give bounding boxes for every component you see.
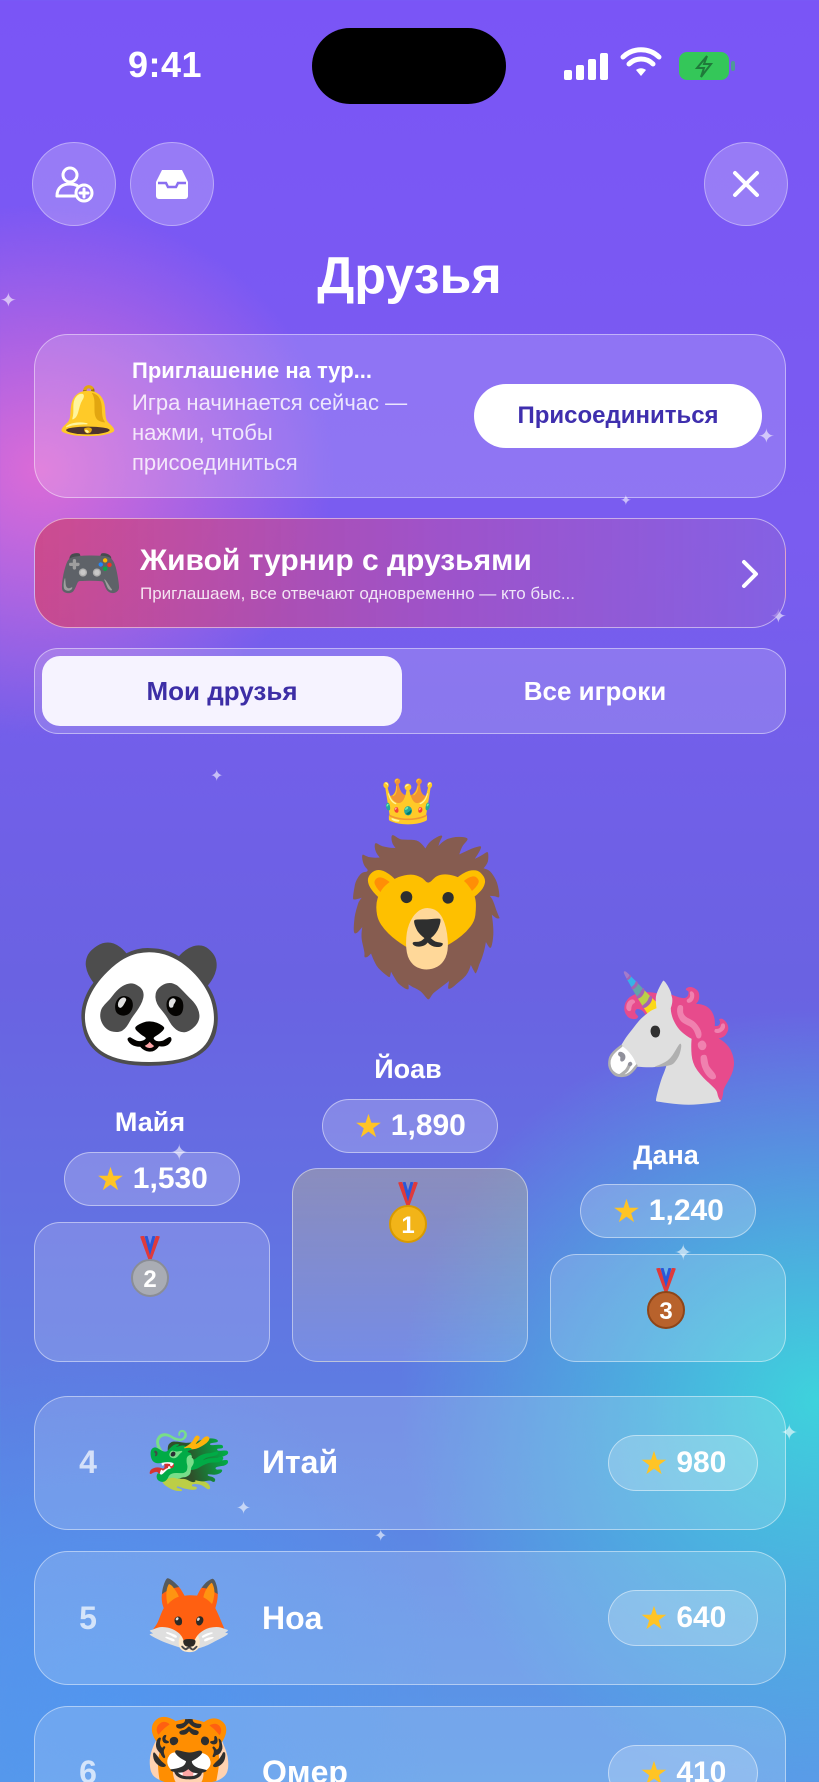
tab-all-players[interactable]: Все игроки — [410, 656, 780, 726]
tournament-title: Живой турнир с друзьями — [140, 544, 532, 577]
tournament-subtitle: Приглашаем, все отвечают одновременно — … — [140, 584, 575, 603]
close-icon — [733, 171, 759, 197]
medal-rank: 2 — [143, 1266, 156, 1293]
podium-third-score: ★ 1,240 — [580, 1184, 756, 1238]
player-score: ★ 640 — [608, 1590, 758, 1646]
fox-avatar: 🦊 — [144, 1576, 234, 1656]
cellular-signal-icon — [564, 52, 608, 80]
star-icon: ★ — [96, 1161, 125, 1197]
player-score: ★ 980 — [608, 1435, 758, 1491]
gamepad-icon: 🎮 — [58, 545, 123, 603]
add-friend-button[interactable] — [32, 142, 116, 226]
silver-medal-icon: 2 — [131, 1236, 169, 1297]
gold-medal-icon: 1 — [389, 1182, 427, 1243]
chevron-right-icon — [742, 560, 758, 588]
score-value: 980 — [676, 1446, 727, 1479]
score-value: 1,240 — [648, 1194, 724, 1227]
status-time: 9:41 — [128, 44, 203, 85]
person-plus-icon — [55, 166, 94, 203]
battery-icon — [679, 52, 735, 80]
podium-first-name: Йоав — [374, 1054, 442, 1084]
medal-rank: 3 — [659, 1298, 672, 1325]
sparkle-icon: ✦ — [0, 290, 17, 312]
player-name: Омер — [262, 1754, 348, 1782]
invite-subtitle: Игра начинается сейчас — нажми, чтобы пр… — [132, 390, 408, 475]
player-name: Ноа — [262, 1600, 323, 1636]
podium-first-score: ★ 1,890 — [322, 1099, 498, 1153]
star-icon: ★ — [639, 1600, 669, 1636]
star-icon: ★ — [612, 1193, 641, 1229]
dragon-avatar: 🐲 — [144, 1420, 234, 1500]
bronze-medal-icon: 3 — [647, 1268, 685, 1329]
invite-title: Приглашение на тур... — [132, 358, 373, 383]
inbox-icon — [156, 170, 188, 199]
score-value: 1,890 — [390, 1109, 466, 1142]
panda-chef-avatar[interactable]: 🐼 — [72, 940, 228, 1064]
podium-second-score: ★ 1,530 — [64, 1152, 240, 1206]
medal-rank: 1 — [401, 1212, 414, 1239]
wifi-icon — [620, 47, 662, 76]
crown-icon: 👑 — [380, 777, 436, 826]
rank-number: 6 — [79, 1754, 97, 1782]
score-value: 640 — [676, 1601, 727, 1634]
score-value: 410 — [676, 1756, 727, 1782]
unicorn-avatar[interactable]: 🦄 — [594, 976, 750, 1100]
player-name: Итай — [262, 1444, 339, 1480]
rank-number: 5 — [79, 1600, 97, 1636]
tab-my-friends[interactable]: Мои друзья — [42, 656, 402, 726]
score-value: 1,530 — [132, 1162, 208, 1195]
podium-second-name: Майя — [114, 1107, 186, 1137]
sparkle-icon: ✦ — [210, 768, 224, 785]
rank-number: 4 — [79, 1444, 97, 1480]
player-score: ★ 410 — [608, 1745, 758, 1782]
inbox-button[interactable] — [130, 142, 214, 226]
join-button[interactable]: Присоединиться — [474, 384, 762, 448]
close-button[interactable] — [704, 142, 788, 226]
bell-icon: 🔔 — [58, 385, 118, 438]
tiger-avatar: 🐯 — [144, 1716, 234, 1782]
dynamic-island — [312, 28, 506, 104]
page-title: Друзья — [317, 247, 502, 305]
star-icon: ★ — [639, 1445, 669, 1481]
star-icon: ★ — [354, 1108, 383, 1144]
lion-avatar[interactable]: 🦁 — [334, 842, 521, 992]
podium-third-name: Дана — [633, 1140, 699, 1170]
star-icon: ★ — [639, 1755, 669, 1782]
